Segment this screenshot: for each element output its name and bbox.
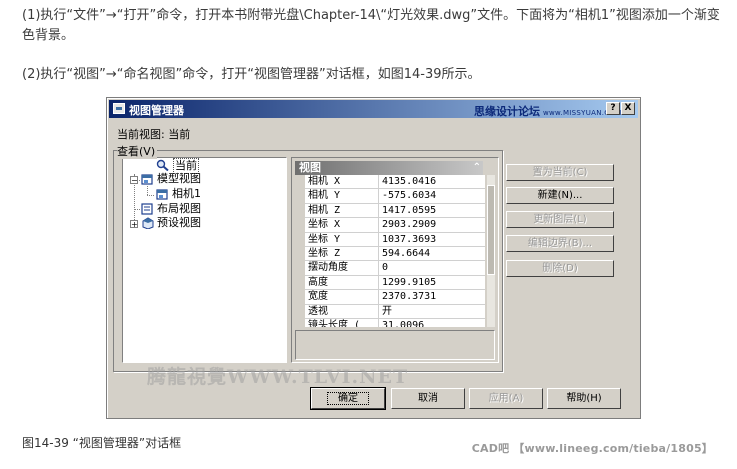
tree-expand-toggle[interactable]: + xyxy=(130,220,138,229)
properties-header[interactable]: 视图 ⌃ xyxy=(295,161,483,175)
current-view-label: 当前视图: 当前 xyxy=(117,128,191,141)
properties-header-label: 视图 xyxy=(299,161,321,174)
step-2-paragraph: (2)执行“视图”→“命名视图”命令，打开“视图管理器”对话框，如图14-39所… xyxy=(22,67,481,82)
collapse-icon[interactable]: ⌃ xyxy=(473,161,481,175)
property-row[interactable]: 摆动角度 0 xyxy=(305,261,485,276)
property-value: 2903.2909 xyxy=(382,219,437,231)
tree-item-model-views[interactable]: 模型视图 xyxy=(157,172,201,186)
property-key: 坐标 Z xyxy=(305,246,379,261)
dialog-title: 视图管理器 xyxy=(129,104,184,117)
property-row[interactable]: 高度 1299.9105 xyxy=(305,275,485,291)
property-value: 1037.3693 xyxy=(382,233,437,245)
cancel-button[interactable]: 取消 xyxy=(391,388,465,409)
property-key: 镜头长度 ( xyxy=(305,318,379,327)
property-row[interactable]: 相机 X 4135.0416 xyxy=(305,175,485,190)
view-properties-panel: 视图 ⌃ 相机 X 4135.0416 相机 Y -575.6034 相机 Z 141… xyxy=(291,157,499,363)
property-value: 0 xyxy=(382,262,389,274)
property-key: 相机 Y xyxy=(305,189,379,203)
property-key: 相机 X xyxy=(305,175,379,189)
property-row[interactable]: 镜头长度 (31.0096 xyxy=(305,318,485,327)
tree-item-current-label: 当前 xyxy=(175,159,197,172)
property-row[interactable]: 透视开 xyxy=(305,304,485,319)
camera-view-icon xyxy=(156,189,168,200)
property-value: 594.6644 xyxy=(382,247,431,259)
property-key: 相机 Z xyxy=(305,203,379,218)
model-view-icon xyxy=(141,174,153,185)
view-manager-dialog: 视图管理器 思缘设计论坛 www.MISSYUAN.COM ? X 当前视图: 当… xyxy=(106,97,641,419)
property-key: 坐标 X xyxy=(305,218,379,232)
tree-collapse-toggle[interactable]: − xyxy=(130,176,138,185)
property-row[interactable]: 坐标 X 2903.2909 xyxy=(305,218,485,233)
lookup-label: 查看(V) xyxy=(117,143,158,159)
ok-button[interactable]: 确定 xyxy=(310,387,386,410)
property-key: 透视 xyxy=(305,304,379,318)
close-icon[interactable]: X xyxy=(621,102,635,115)
set-current-button[interactable]: 置为当前(C) xyxy=(506,164,614,181)
figure-caption: 图14-39 “视图管理器”对话框 xyxy=(22,436,182,450)
edit-boundaries-button[interactable]: 编辑边界(B)... xyxy=(506,235,614,252)
tree-item-layout-views[interactable]: 布局视图 xyxy=(157,202,201,216)
app-window-icon xyxy=(113,103,125,114)
tree-connector xyxy=(147,195,154,196)
properties-grid: 相机 X 4135.0416 相机 Y -575.6034 相机 Z 1417.059… xyxy=(305,175,485,327)
property-value: 开 xyxy=(382,305,392,317)
property-row[interactable]: 相机 Z 1417.0595 xyxy=(305,203,485,219)
property-value: 1299.9105 xyxy=(382,276,437,288)
property-value: -575.6034 xyxy=(382,190,437,202)
property-row[interactable]: 相机 Y -575.6034 xyxy=(305,189,485,204)
property-key: 高度 xyxy=(305,275,379,290)
new-view-button[interactable]: 新建(N)... xyxy=(506,187,614,204)
property-row[interactable]: 宽度 2370.3731 xyxy=(305,290,485,305)
site-watermark: 腾龍視覺WWW.TLVI.NET xyxy=(147,366,409,388)
delete-button[interactable]: 删除(D) xyxy=(506,260,614,277)
property-value: 31.0096 xyxy=(382,319,425,327)
apply-button[interactable]: 应用(A) xyxy=(469,388,543,409)
layout-view-icon xyxy=(141,203,153,215)
magnifier-icon xyxy=(156,159,169,171)
help-icon[interactable]: ? xyxy=(606,102,620,115)
dialog-titlebar[interactable]: 视图管理器 思缘设计论坛 www.MISSYUAN.COM ? X xyxy=(109,100,638,118)
title-watermark-text: 思缘设计论坛 xyxy=(474,105,540,118)
property-row[interactable]: 坐标 Z 594.6644 xyxy=(305,246,485,262)
scrollbar-thumb[interactable] xyxy=(487,185,495,275)
property-value: 2370.3731 xyxy=(382,291,437,303)
preset-view-icon xyxy=(142,217,154,229)
help-button[interactable]: 帮助(H) xyxy=(547,388,621,409)
title-watermark: 思缘设计论坛 www.MISSYUAN.COM xyxy=(474,103,622,119)
property-value: 4135.0416 xyxy=(382,176,437,187)
properties-scrollbar[interactable] xyxy=(487,175,495,327)
tree-item-camera1[interactable]: 相机1 xyxy=(172,187,201,201)
property-key: 坐标 Y xyxy=(305,232,379,246)
property-key: 宽度 xyxy=(305,290,379,304)
view-tree[interactable]: 当前 − 模型视图 相机1 布局视图 + 预设视图 xyxy=(122,157,287,363)
property-value: 1417.0595 xyxy=(382,204,437,216)
tree-connector xyxy=(147,186,148,195)
property-key: 摆动角度 xyxy=(305,261,379,275)
tree-item-preset-views[interactable]: 预设视图 xyxy=(157,216,201,230)
ok-button-label: 确定 xyxy=(327,392,369,405)
step-1-paragraph: (1)执行“文件”→“打开”命令，打开本书附带光盘\Chapter-14\“灯光… xyxy=(22,8,720,43)
footer-watermark: CAD吧 【www.lineeg.com/tieba/1805】 xyxy=(471,442,713,455)
tree-connector xyxy=(134,209,140,210)
update-layers-button[interactable]: 更新图层(L) xyxy=(506,211,614,228)
property-row[interactable]: 坐标 Y 1037.3693 xyxy=(305,232,485,247)
property-description-box xyxy=(295,330,495,360)
